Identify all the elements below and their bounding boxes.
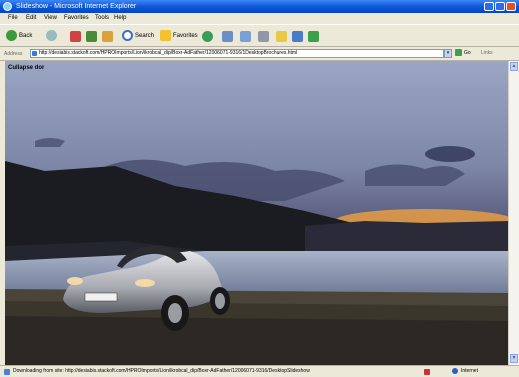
address-dropdown-button[interactable]: ▾ <box>444 49 452 58</box>
forward-button[interactable] <box>46 29 59 43</box>
favorites-button[interactable]: Favorites <box>160 29 198 43</box>
go-label: Go <box>464 50 471 56</box>
minimize-button[interactable] <box>484 2 494 11</box>
search-label: Search <box>135 33 155 39</box>
forward-arrow-icon <box>46 29 57 41</box>
mail-icon[interactable] <box>240 31 251 42</box>
stop-icon[interactable] <box>70 31 81 42</box>
title-bar: Slideshow - Microsoft Internet Explorer <box>0 0 519 13</box>
maximize-button[interactable] <box>495 2 505 11</box>
image-caption: Cullapse dor <box>8 65 45 71</box>
back-arrow-icon <box>6 29 17 41</box>
menu-view[interactable]: View <box>44 13 57 24</box>
address-label: Address <box>4 51 23 57</box>
window-title: Slideshow - Microsoft Internet Explorer <box>16 3 137 10</box>
close-button[interactable] <box>506 2 516 11</box>
history-icon[interactable] <box>222 31 233 42</box>
print-icon[interactable] <box>258 31 269 42</box>
security-zone: Internet <box>452 366 478 377</box>
back-button[interactable]: Back <box>6 29 32 43</box>
page-icon <box>32 51 37 56</box>
search-icon <box>122 29 133 41</box>
media-icon[interactable] <box>202 31 213 42</box>
refresh-icon[interactable] <box>86 31 97 42</box>
standard-toolbar: Back Search Favorites <box>0 24 519 47</box>
menu-tools[interactable]: Tools <box>95 13 109 24</box>
menu-favorites[interactable]: Favorites <box>64 13 89 24</box>
go-button[interactable]: Go <box>455 49 471 58</box>
address-bar: Address http://desiabis.stackoft.com/HPR… <box>0 47 519 61</box>
menu-edit[interactable]: Edit <box>26 13 36 24</box>
address-input[interactable]: http://desiabis.stackoft.com/HPROImports… <box>30 49 444 58</box>
back-label: Back <box>19 33 33 39</box>
internet-zone-icon <box>452 367 458 374</box>
edit-icon[interactable] <box>276 31 287 42</box>
favorites-star-icon <box>160 29 171 41</box>
progress-icon <box>424 369 430 375</box>
ie-icon <box>3 2 12 11</box>
go-arrow-icon <box>455 49 462 57</box>
scroll-down-button[interactable]: ▼ <box>510 354 518 363</box>
discuss-icon[interactable] <box>292 31 303 42</box>
page-icon <box>4 369 10 375</box>
vertical-scrollbar[interactable]: ▲ ▼ <box>508 61 519 365</box>
favorites-label: Favorites <box>173 33 198 39</box>
page-content: Cullapse dor <box>5 61 508 365</box>
links-button[interactable]: Links <box>481 49 493 58</box>
scroll-up-button[interactable]: ▲ <box>510 62 518 71</box>
menu-bar: File Edit View Favorites Tools Help <box>0 13 519 24</box>
home-icon[interactable] <box>102 31 113 42</box>
zone-label: Internet <box>461 368 478 374</box>
search-button[interactable]: Search <box>122 29 154 43</box>
menu-file[interactable]: File <box>8 13 18 24</box>
status-text: Downloading from site: http://desiabis.s… <box>13 368 310 374</box>
menu-help[interactable]: Help <box>114 13 126 24</box>
status-bar: Downloading from site: http://desiabis.s… <box>0 365 519 377</box>
browser-window: Slideshow - Microsoft Internet Explorer … <box>0 0 519 377</box>
messenger-icon[interactable] <box>308 31 319 42</box>
slideshow-photo <box>5 61 508 365</box>
